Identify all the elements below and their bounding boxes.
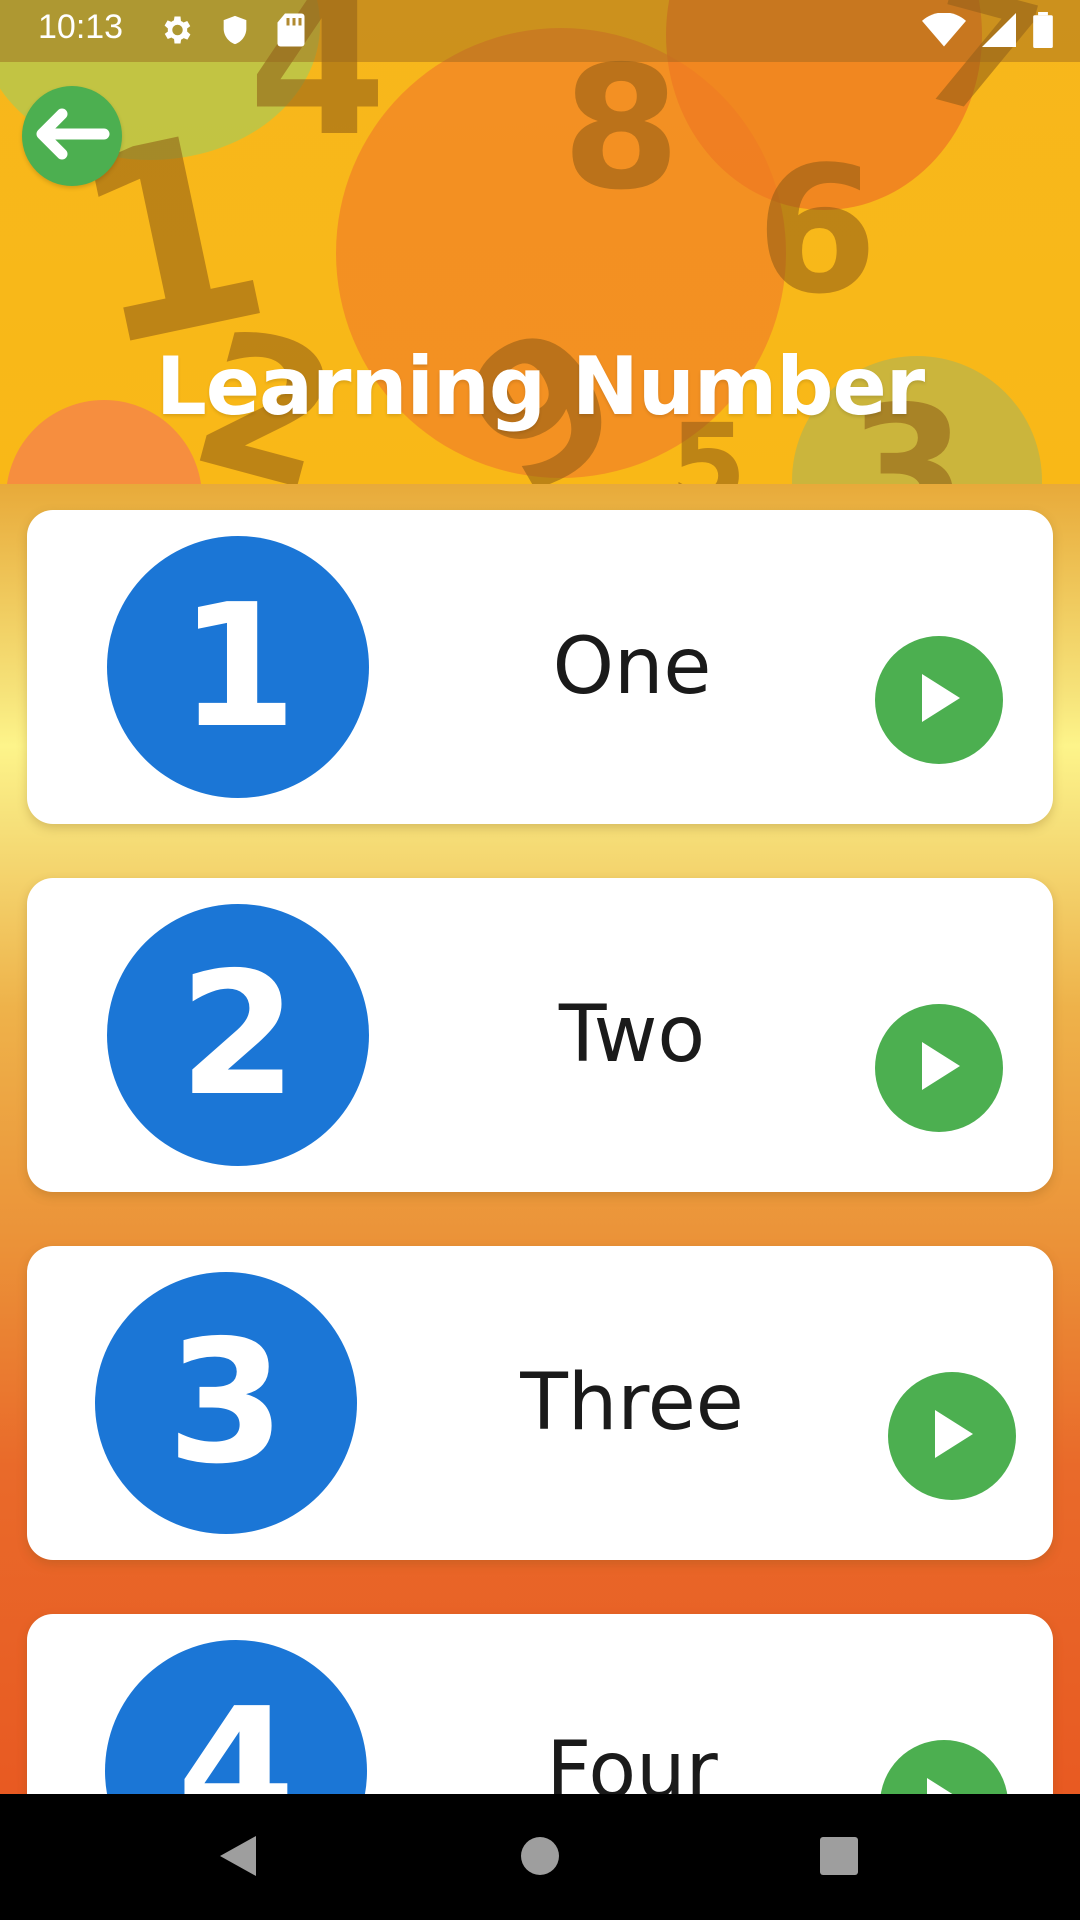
shield-icon xyxy=(218,12,252,52)
play-button[interactable] xyxy=(875,1004,1003,1132)
sd-card-icon xyxy=(276,12,306,52)
number-card-three[interactable]: 3 Three xyxy=(27,1246,1053,1560)
play-icon xyxy=(914,670,964,730)
numeral-badge: 1 xyxy=(107,536,369,798)
play-icon xyxy=(927,1406,977,1466)
signal-icon xyxy=(982,13,1016,51)
arrow-left-icon xyxy=(32,108,112,164)
status-time: 10:13 xyxy=(38,8,124,46)
recents-square-icon[interactable] xyxy=(818,1832,860,1884)
system-nav-bar xyxy=(0,1794,1080,1920)
wifi-icon xyxy=(922,12,966,51)
number-list: 1 One 2 Two 3 Three 4 Four xyxy=(0,484,1080,1794)
number-word: Three xyxy=(520,1358,744,1448)
numeral-badge: 2 xyxy=(107,904,369,1166)
number-word: Four xyxy=(546,1726,718,1794)
number-word: One xyxy=(552,622,712,712)
battery-icon xyxy=(1032,12,1054,52)
number-card-two[interactable]: 2 Two xyxy=(27,878,1053,1192)
back-triangle-icon[interactable] xyxy=(216,1832,260,1884)
home-circle-icon[interactable] xyxy=(519,1832,561,1884)
play-button[interactable] xyxy=(875,636,1003,764)
number-word: Two xyxy=(558,990,706,1080)
numeral-badge: 4 xyxy=(105,1640,367,1794)
gear-icon xyxy=(158,12,194,52)
play-icon xyxy=(914,1038,964,1098)
play-icon xyxy=(919,1774,969,1794)
number-card-one[interactable]: 1 One xyxy=(27,510,1053,824)
number-card-four[interactable]: 4 Four xyxy=(27,1614,1053,1794)
status-bar: 10:13 xyxy=(0,0,1080,62)
play-button[interactable] xyxy=(888,1372,1016,1500)
page-title: Learning Number xyxy=(155,340,925,433)
back-button[interactable] xyxy=(22,86,122,186)
numeral-badge: 3 xyxy=(95,1272,357,1534)
header-banner: 4 1 8 6 7 9 2 5 3 10:13 Learning Number xyxy=(0,0,1080,484)
decor-number: 6 xyxy=(756,130,878,333)
